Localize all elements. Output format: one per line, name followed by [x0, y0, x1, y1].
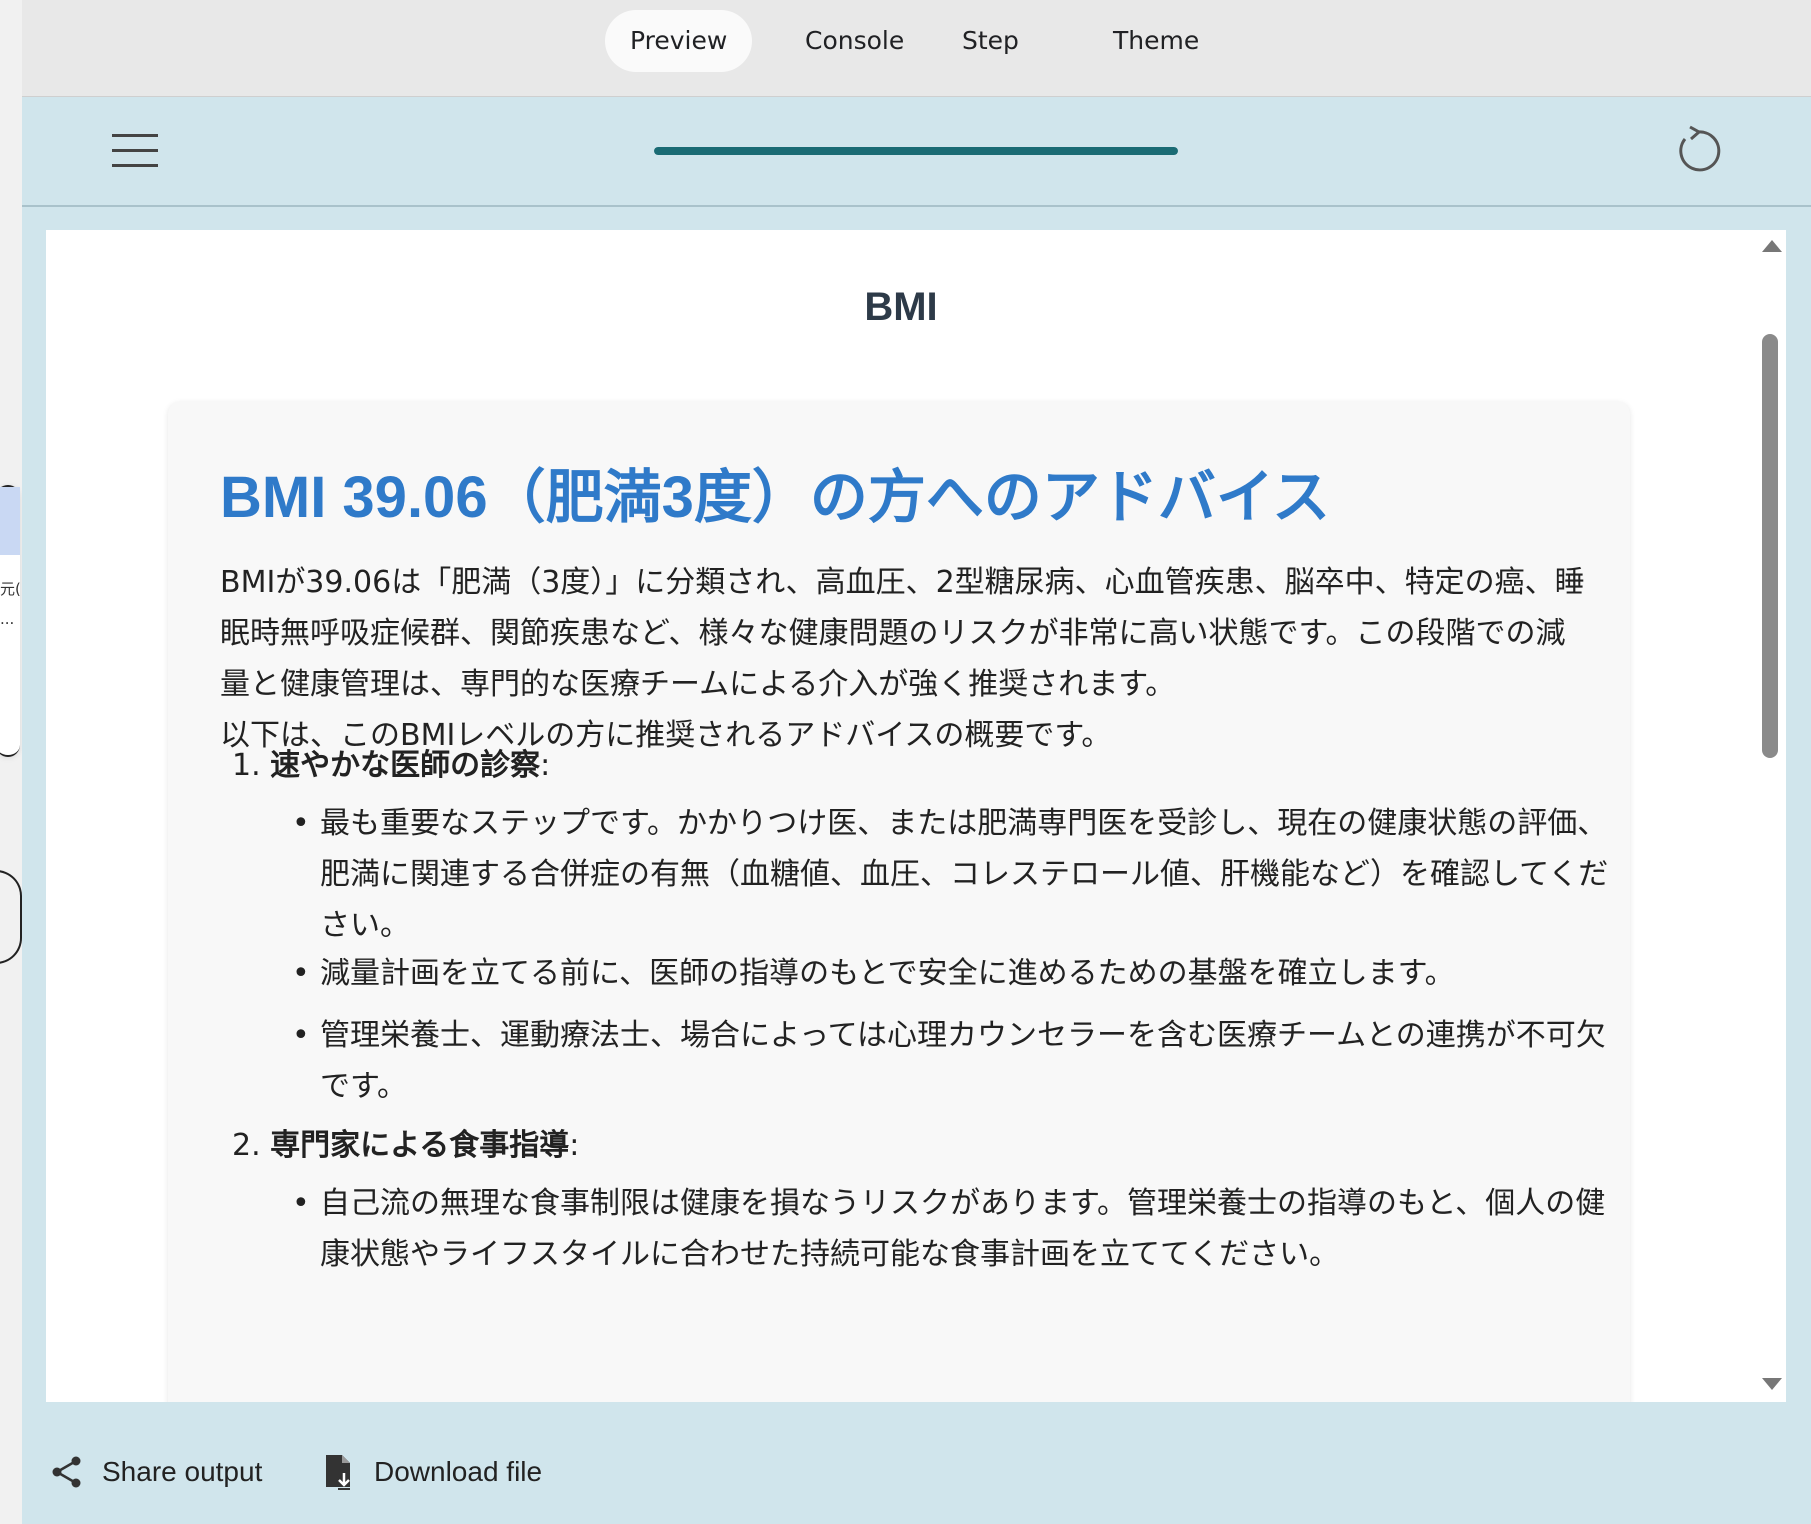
background-window-drawing: [0, 870, 22, 964]
tab-step[interactable]: Step: [937, 10, 1044, 72]
tab-preview[interactable]: Preview: [605, 10, 753, 72]
progress-bar-fill: [654, 147, 1178, 155]
download-file-button[interactable]: Download file: [324, 1420, 542, 1524]
advice-heading: BMI 39.06（肥満3度）の方へのアドバイス: [220, 465, 1331, 530]
progress-bar: [654, 147, 1178, 155]
scroll-up-arrow-icon[interactable]: [1762, 240, 1782, 252]
section-title-1: 1. 速やかな医師の診察:: [232, 740, 550, 784]
section-title-text: 専門家による食事指導: [270, 1128, 570, 1163]
section-title-2: 2. 専門家による食事指導:: [232, 1120, 579, 1164]
scroll-down-arrow-icon[interactable]: [1762, 1378, 1782, 1390]
preview-frame: BMI BMI 39.06（肥満3度）の方へのアドバイス BMIが39.06は「…: [46, 230, 1786, 1402]
list-item: 減量計画を立てる前に、医師の指導のもとで安全に進めるための基盤を確立します。: [292, 948, 1620, 999]
advice-card: BMI 39.06（肥満3度）の方へのアドバイス BMIが39.06は「肥満（3…: [168, 402, 1630, 1402]
reload-icon[interactable]: [1670, 123, 1726, 179]
vertical-scrollbar[interactable]: [1756, 230, 1786, 1402]
section-number: 2.: [232, 1128, 261, 1163]
section-colon: :: [540, 748, 551, 783]
background-window-text: 元(: [0, 580, 21, 598]
share-icon: [52, 1456, 81, 1488]
share-output-button[interactable]: Share output: [50, 1420, 262, 1524]
scrollbar-thumb[interactable]: [1762, 334, 1778, 758]
list-item: 自己流の無理な食事制限は健康を損なうリスクがあります。管理栄養士の指導のもと、個…: [292, 1178, 1620, 1280]
section-title-text: 速やかな医師の診察: [270, 748, 541, 783]
tab-theme[interactable]: Theme: [1088, 10, 1224, 72]
background-window-highlight: [0, 487, 20, 555]
tab-console[interactable]: Console: [780, 10, 929, 72]
output-actions: Share output Download file: [22, 1420, 1811, 1524]
section-number: 1.: [232, 748, 261, 783]
download-file-label: Download file: [374, 1456, 543, 1487]
background-window-edge: 元( ...: [0, 0, 23, 1524]
top-tab-bar: Preview Console Step Theme: [22, 0, 1811, 97]
intro-text-1: BMIが39.06は「肥満（3度）」に分類され、高血圧、2型糖尿病、心血管疾患、…: [220, 565, 1585, 702]
background-window-ellipsis: ...: [0, 610, 15, 628]
intro-paragraph: BMIが39.06は「肥満（3度）」に分類され、高血圧、2型糖尿病、心血管疾患、…: [220, 557, 1590, 761]
share-output-label: Share output: [102, 1456, 263, 1487]
preview-toolbar: [22, 97, 1811, 207]
list-item: 最も重要なステップです。かかりつけ医、または肥満専門医を受診し、現在の健康状態の…: [292, 798, 1620, 951]
download-file-icon: [326, 1455, 350, 1490]
page-title: BMI: [864, 285, 938, 329]
list-item: 管理栄養士、運動療法士、場合によっては心理カウンセラーを含む医療チームとの連携が…: [292, 1010, 1620, 1112]
section-colon: :: [569, 1128, 580, 1163]
hamburger-menu-icon[interactable]: [112, 134, 158, 170]
